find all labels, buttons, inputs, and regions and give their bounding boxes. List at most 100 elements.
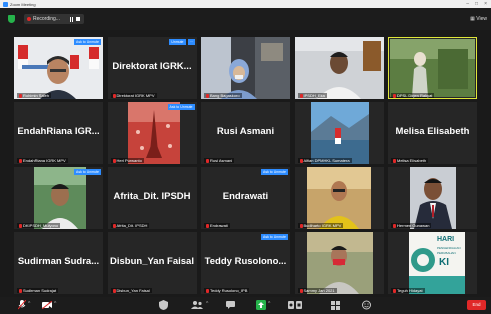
ask-to-unmute-button[interactable]: Ask to Unmute	[74, 39, 101, 45]
participant-tile[interactable]: Afrita_Dit. IPSDH Afrita_Dit. IPSDH	[107, 167, 197, 229]
pause-recording-icon[interactable]	[70, 16, 73, 22]
participant-name: EndahRiana IGRK MPV	[23, 158, 66, 163]
participant-name: Endrawati	[210, 223, 228, 228]
breakout-rooms-icon[interactable]	[331, 301, 340, 310]
end-meeting-button[interactable]: End	[467, 300, 486, 310]
eiffel-tower-image	[127, 102, 180, 164]
security-icon[interactable]	[159, 300, 168, 310]
participant-name: Heri Purwanto	[116, 158, 142, 163]
window-controls: – □ ×	[466, 0, 491, 8]
share-screen-icon[interactable]	[256, 300, 266, 310]
recording-indicator: Recording...	[24, 14, 84, 24]
video-options-chevron-icon[interactable]: ^	[54, 301, 56, 307]
participant-tile[interactable]: Ask to Unmute Rohimin Saleh	[14, 37, 103, 99]
participant-tile[interactable]: IPSDH_Eka	[294, 37, 384, 99]
participant-video	[14, 37, 103, 99]
participant-poster-image: HARI PENGENDALIAN PERUBAHAN KI	[409, 232, 465, 294]
meeting-toolbar: ^ ^ ^ ^ End	[0, 297, 491, 314]
muted-mic-icon	[112, 93, 116, 98]
ask-to-unmute-button[interactable]: Ask to Unmute	[167, 104, 195, 110]
muted-mic-icon	[299, 223, 303, 228]
security-shield-icon[interactable]	[8, 15, 15, 23]
minimize-icon[interactable]: –	[466, 0, 469, 8]
participant-name-label: Melisa Elisabeth	[391, 158, 429, 163]
share-options-chevron-icon[interactable]: ^	[268, 301, 270, 307]
participants-icon[interactable]	[191, 301, 203, 309]
participant-tile[interactable]: Ask to Unmute DKIPSDH_Mulyono	[14, 167, 103, 229]
video-frame	[306, 232, 373, 294]
participant-avatar-image	[410, 167, 456, 229]
participant-video	[306, 167, 371, 229]
participant-tile[interactable]: Ask to Unmute Heri Purwanto	[107, 102, 197, 164]
participant-display-name: Direktorat IGRK...	[112, 61, 192, 72]
participant-name-label: Teddy Rusolono_IPB	[204, 288, 250, 293]
participant-name: Rusi Asmani	[210, 158, 233, 163]
participant-tile[interactable]: Rusi Asmani Rusi Asmani	[201, 102, 290, 164]
participant-name-label: Sammy Jan 2021	[297, 288, 337, 293]
participant-tile[interactable]: Bang Bagaskoro	[201, 37, 290, 99]
stop-recording-icon[interactable]	[76, 16, 80, 21]
muted-mic-icon	[206, 288, 209, 293]
participant-tile[interactable]: HARI PENGENDALIAN PERUBAHAN KI Teguh Hid…	[388, 232, 477, 294]
record-icon[interactable]	[288, 301, 302, 309]
participant-tile[interactable]: Alfian DPMHKL Sumatera	[294, 102, 384, 164]
more-options-icon[interactable]: ⋯	[188, 39, 195, 45]
participant-tile[interactable]: Endrawati Ask to Unmute Endrawati	[201, 167, 290, 229]
participant-name-label: Direktorat IGRK MPV	[110, 93, 157, 98]
grid-view-icon: ▦	[470, 16, 475, 22]
chat-icon[interactable]	[226, 301, 235, 309]
close-icon[interactable]: ×	[484, 0, 487, 8]
muted-mic-icon	[299, 158, 303, 163]
participant-tile[interactable]: Sammy Jan 2021	[294, 232, 384, 294]
participant-avatar-image	[310, 102, 369, 164]
participant-tile-active-speaker[interactable]: DPSL Dirjen Rakyat	[388, 37, 477, 99]
microphone-icon[interactable]	[18, 300, 26, 310]
participant-name-label: DPSL Dirjen Rakyat	[391, 93, 435, 98]
participant-video	[390, 39, 475, 97]
participant-name-label: Rusi Asmani	[204, 158, 235, 163]
participant-name: IPSDH_Eka	[303, 93, 325, 98]
camera-icon[interactable]	[42, 301, 52, 309]
participant-tile[interactable]: Sudirman Sudra... Sudirman Sudrajat	[14, 232, 103, 294]
portrait-image	[410, 167, 456, 229]
poster-subtitle: PENGENDALIAN	[437, 246, 461, 250]
view-button[interactable]: ▦ View	[470, 16, 487, 22]
participant-name-label: Rohimin Saleh	[17, 93, 52, 98]
participant-name: Alfian DPMHKL Sumatera	[303, 158, 350, 163]
participant-avatar-image	[127, 102, 180, 164]
video-frame	[14, 37, 103, 99]
participant-video	[306, 232, 373, 294]
audio-options-chevron-icon[interactable]: ^	[28, 301, 30, 307]
participant-tile[interactable]: Hermen Gunawan	[388, 167, 477, 229]
muted-mic-icon	[206, 158, 209, 163]
participant-name: Teguh Hidayat	[397, 288, 423, 293]
muted-mic-icon	[112, 288, 116, 293]
muted-mic-icon	[19, 158, 22, 163]
reactions-icon[interactable]	[362, 300, 371, 310]
participant-tile[interactable]: Disbun_Yan Faisal Disbun_Yan Faisal	[107, 232, 197, 294]
unmute-button[interactable]: Unmute	[169, 39, 186, 45]
participant-video	[294, 37, 384, 99]
participant-name: Sudirman Sudrajat	[23, 288, 57, 293]
participant-tile[interactable]: EndahRiana IGR... EndahRiana IGRK MPV	[14, 102, 103, 164]
participant-tile[interactable]: Budiharto IGRK MPV	[294, 167, 384, 229]
participant-name-label: Heri Purwanto	[110, 158, 144, 163]
participant-tile[interactable]: Teddy Rusolono... Ask to Unmute Teddy Ru…	[201, 232, 290, 294]
participants-options-chevron-icon[interactable]: ^	[206, 301, 208, 307]
view-label: View	[476, 16, 487, 22]
ask-to-unmute-button[interactable]: Ask to Unmute	[261, 234, 288, 240]
muted-mic-icon	[299, 288, 303, 293]
participant-display-name: Teddy Rusolono...	[204, 256, 287, 267]
participant-tile[interactable]: Melisa Elisabeth Melisa Elisabeth	[388, 102, 477, 164]
maximize-icon[interactable]: □	[475, 0, 478, 8]
participant-display-name: Melisa Elisabeth	[395, 126, 470, 137]
muted-mic-icon	[19, 93, 22, 98]
video-frame	[201, 37, 290, 99]
participant-name: Sammy Jan 2021	[303, 288, 335, 293]
ask-to-unmute-button[interactable]: Ask to Unmute	[261, 169, 288, 175]
muted-mic-icon	[393, 158, 396, 163]
ask-to-unmute-button[interactable]: Ask to Unmute	[74, 169, 101, 175]
muted-mic-icon	[206, 223, 209, 228]
participant-tile[interactable]: Direktorat IGRK... Unmute ⋯ Direktorat I…	[107, 37, 197, 99]
participant-name-label: Endrawati	[204, 223, 230, 228]
